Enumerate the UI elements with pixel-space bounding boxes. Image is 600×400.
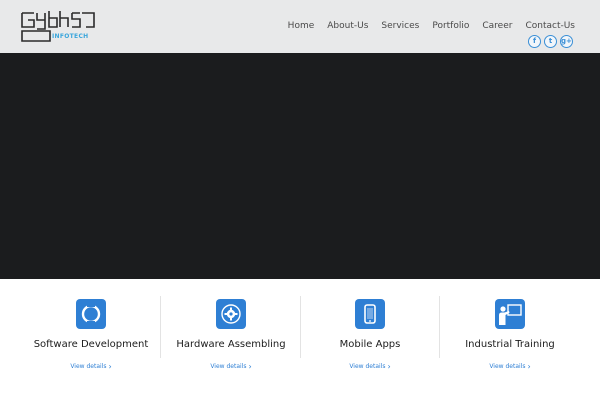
view-details-label: View details — [489, 363, 526, 370]
service-title: Industrial Training — [465, 339, 555, 350]
logo-subtitle: INFOTECH — [52, 33, 89, 40]
chevron-right-icon: › — [527, 362, 531, 371]
service-title: Software Development — [33, 339, 149, 350]
training-presenter-icon — [495, 299, 525, 329]
software-development-icon — [76, 299, 106, 329]
service-industrial-training: Industrial Training View details › — [440, 279, 580, 400]
site-header: INFOTECH Home About-Us Services Portfoli… — [0, 0, 600, 53]
twitter-icon[interactable]: t — [544, 35, 557, 48]
service-title: Mobile Apps — [339, 339, 401, 350]
services-section: Software Development View details › Hardw… — [0, 279, 600, 400]
social-links: f t g+ — [528, 35, 573, 48]
nav-services[interactable]: Services — [381, 19, 419, 33]
service-software-development: Software Development View details › — [21, 279, 161, 400]
service-mobile-apps: Mobile Apps View details › — [300, 279, 440, 400]
view-details-link[interactable]: View details › — [161, 362, 301, 371]
view-details-link[interactable]: View details › — [300, 362, 440, 371]
nav-contact-us[interactable]: Contact-Us — [525, 19, 575, 33]
chevron-right-icon: › — [387, 362, 391, 371]
hero-banner — [0, 53, 600, 279]
main-nav: Home About-Us Services Portfolio Career … — [288, 19, 575, 33]
mobile-phone-icon — [355, 299, 385, 329]
google-plus-icon[interactable]: g+ — [560, 35, 573, 48]
gybhs-infotech-logo[interactable]: INFOTECH — [20, 9, 98, 45]
view-details-label: View details — [349, 363, 386, 370]
view-details-link[interactable]: View details › — [21, 362, 161, 371]
chevron-right-icon: › — [108, 362, 112, 371]
service-hardware-assembling: Hardware Assembling View details › — [161, 279, 301, 400]
view-details-label: View details — [210, 363, 247, 370]
view-details-link[interactable]: View details › — [440, 362, 580, 371]
nav-career[interactable]: Career — [482, 19, 512, 33]
nav-home[interactable]: Home — [288, 19, 315, 33]
chevron-right-icon: › — [248, 362, 252, 371]
nav-portfolio[interactable]: Portfolio — [432, 19, 469, 33]
nav-about-us[interactable]: About-Us — [327, 19, 368, 33]
view-details-label: View details — [70, 363, 107, 370]
hardware-gear-icon — [216, 299, 246, 329]
facebook-icon[interactable]: f — [528, 35, 541, 48]
service-title: Hardware Assembling — [176, 339, 286, 350]
